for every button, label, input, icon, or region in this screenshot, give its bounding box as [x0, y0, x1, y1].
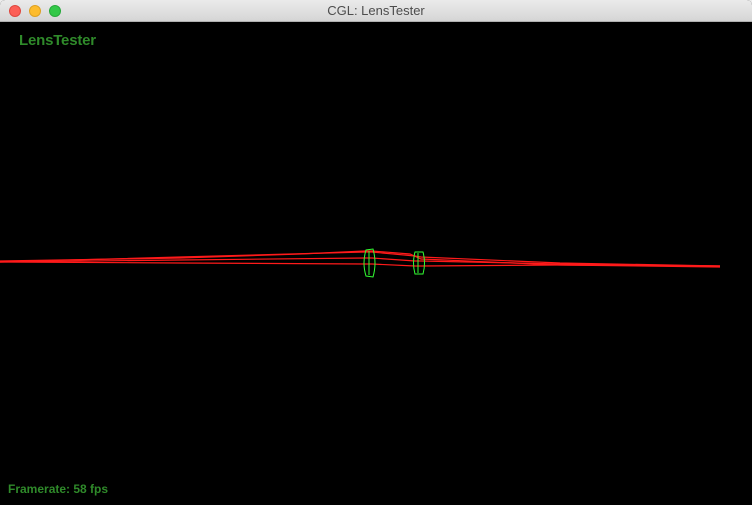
render-viewport[interactable]: LensTester Framerate: 58 fps — [0, 22, 752, 505]
app-window: CGL: LensTester LensTester Framerate: 58… — [0, 0, 752, 505]
ray-bundle — [0, 250, 721, 268]
lens-scene — [0, 248, 721, 278]
window-title: CGL: LensTester — [327, 3, 425, 18]
app-label: LensTester — [19, 32, 96, 49]
title-bar[interactable]: CGL: LensTester — [0, 0, 752, 22]
lens-element-2 — [413, 251, 425, 275]
lens-element-1 — [363, 248, 376, 278]
framerate-readout: Framerate: 58 fps — [8, 482, 109, 496]
